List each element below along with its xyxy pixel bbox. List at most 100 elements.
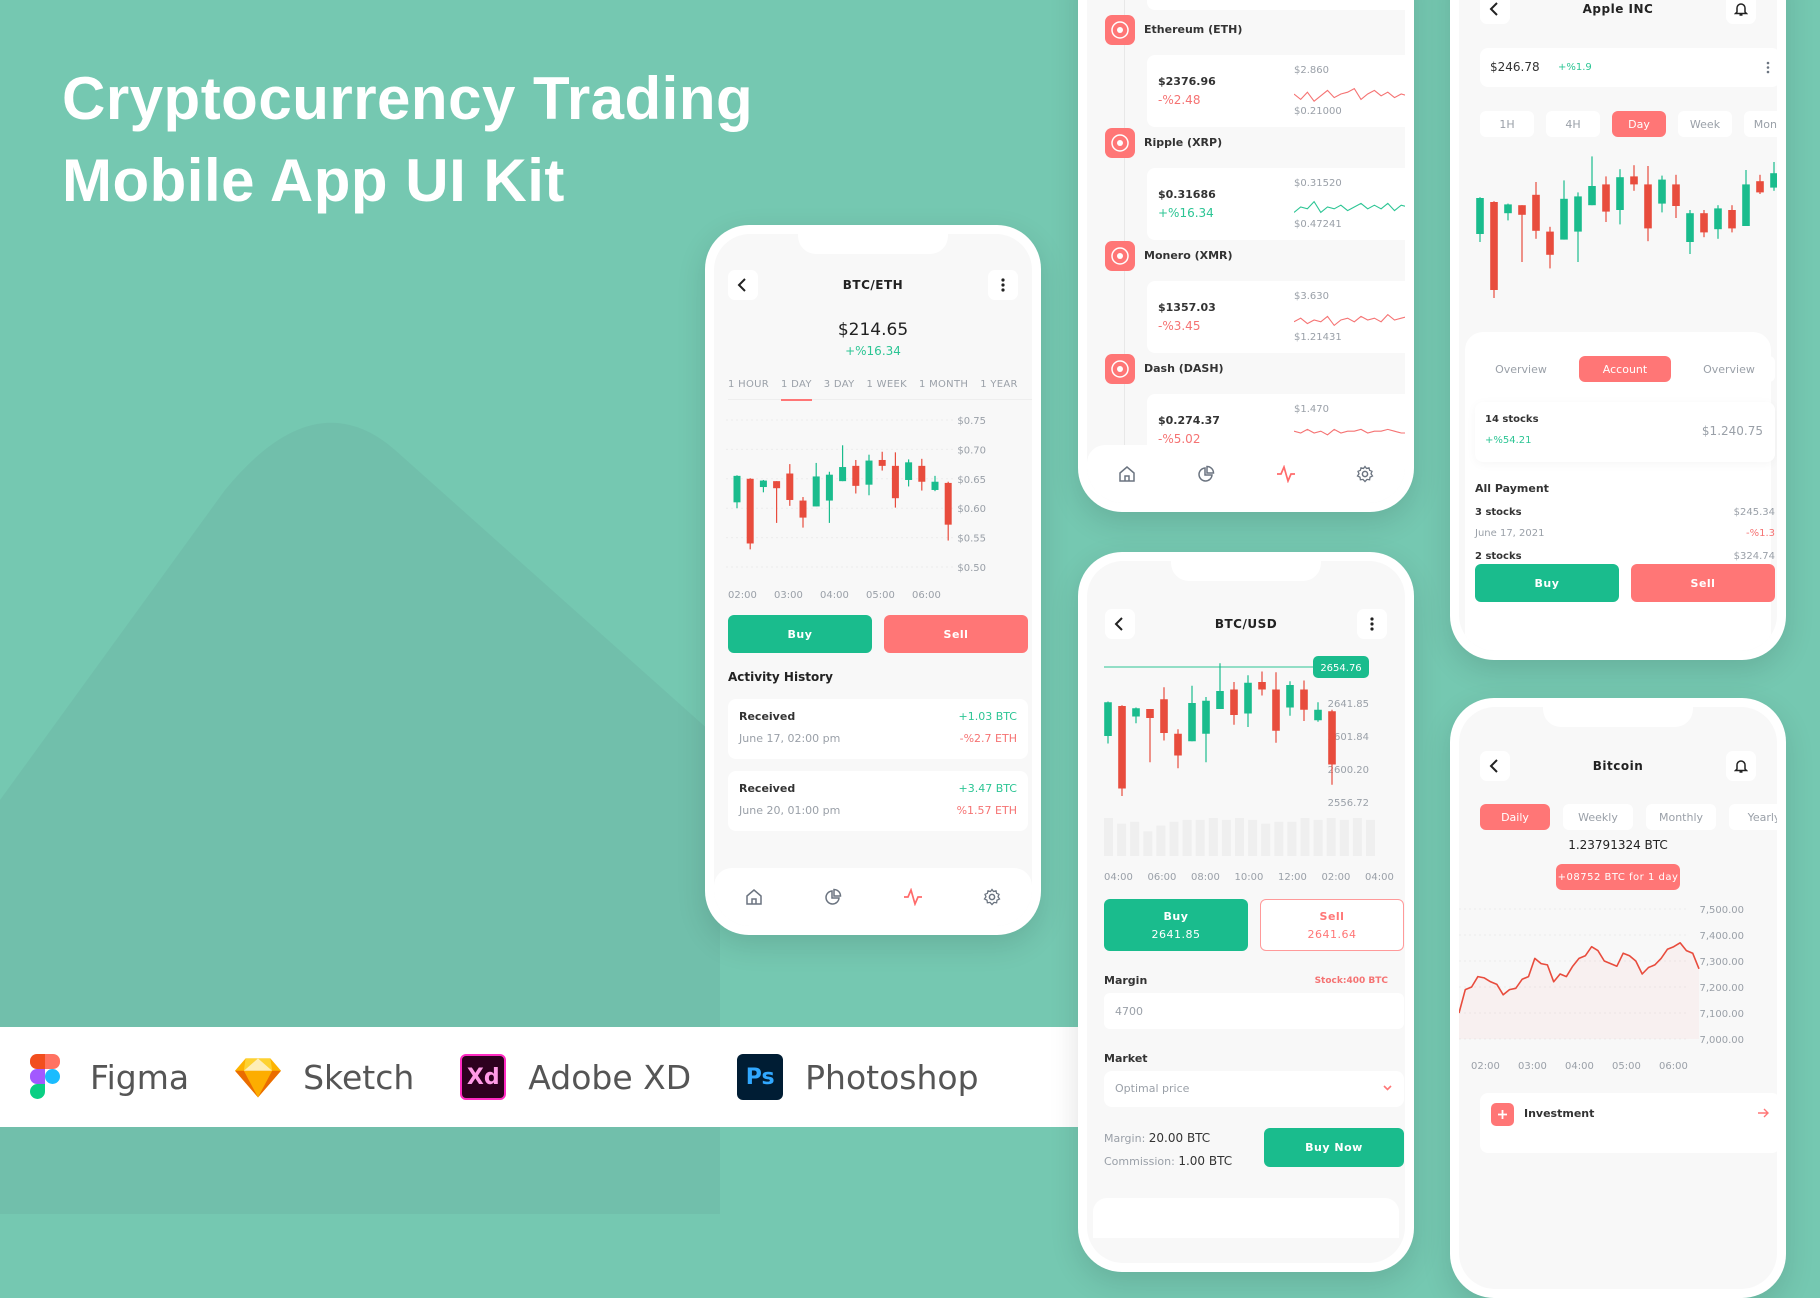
sparkline (1294, 428, 1405, 436)
volume-bar (1326, 818, 1336, 856)
range-month[interactable]: Month (1744, 111, 1777, 137)
x-axis-label: 10:00 (1235, 872, 1264, 883)
tab-1-week[interactable]: 1 WEEK (867, 374, 907, 400)
nav-portfolio[interactable] (821, 885, 845, 909)
sparkline (1294, 200, 1405, 214)
line-area (1459, 942, 1699, 1039)
candle-body (1244, 682, 1252, 714)
volume-bar (1143, 831, 1153, 856)
candle-body (878, 459, 886, 466)
coin-change: -%5.02 (1158, 432, 1201, 446)
activity-date: June 17, 02:00 pm (739, 732, 841, 745)
candle-body (799, 500, 807, 518)
price: $246.78 (1490, 60, 1540, 74)
summary-margin-label: Margin: (1104, 1132, 1146, 1145)
coin-change: -%3.45 (1158, 319, 1201, 333)
coin-card[interactable]: $1357.03 -%3.45 $3.630 $1.21431 (1147, 281, 1405, 353)
range-daily[interactable]: Daily (1480, 804, 1550, 830)
range-week[interactable]: Week (1678, 111, 1732, 137)
range-yearly[interactable]: Yearly (1729, 804, 1777, 830)
nav-settings[interactable] (1353, 462, 1377, 486)
sparkline (1294, 313, 1405, 327)
candle-body (1700, 213, 1708, 233)
range-1h[interactable]: 1H (1480, 111, 1534, 137)
sell-price: 2641.64 (1307, 927, 1357, 941)
sell-button[interactable]: Sell (1631, 564, 1775, 602)
nav-home[interactable] (1115, 462, 1139, 486)
coin-name: Ripple (XRP) (1144, 136, 1223, 149)
x-axis-label: 05:00 (866, 590, 895, 601)
nav-activity[interactable] (1274, 462, 1298, 486)
tab-1-year[interactable]: 1 YEAR (980, 374, 1018, 400)
coin-card[interactable]: $2376.96 -%2.48 $2.860 $0.21000 (1147, 55, 1405, 127)
range-monthly[interactable]: Monthly (1646, 804, 1716, 830)
nav-activity[interactable] (901, 885, 925, 909)
range-4h[interactable]: 4H (1546, 111, 1600, 137)
candle-body (918, 465, 926, 482)
market-label: Market (1104, 1052, 1148, 1065)
candle-body (1118, 706, 1126, 789)
nav-portfolio[interactable] (1194, 462, 1218, 486)
buy-now-button[interactable]: Buy Now (1264, 1128, 1404, 1167)
buy-button[interactable]: Buy (1475, 564, 1619, 602)
payment-change: -%1.3 (1745, 528, 1775, 539)
range-day[interactable]: Day (1612, 111, 1666, 137)
candle-body (1742, 184, 1750, 226)
more-options-button[interactable] (988, 270, 1018, 300)
more-vertical-icon[interactable] (1766, 61, 1770, 74)
payment-row[interactable]: 2 stocks $324.74 (1475, 551, 1775, 561)
activity-item[interactable]: Received June 17, 02:00 pm +1.03 BTC -%2… (728, 699, 1028, 759)
tab-1-day[interactable]: 1 DAY (781, 374, 812, 401)
coin-price: $1357.03 (1158, 301, 1216, 314)
margin-input[interactable] (1104, 993, 1404, 1029)
y-axis-label: 7,000.00 (1699, 1035, 1744, 1046)
activity-pulse-icon (1276, 465, 1295, 483)
volume-bar (1117, 823, 1127, 856)
volume-bar (1104, 818, 1113, 856)
sell-button[interactable]: Sell 2641.64 (1260, 899, 1404, 951)
x-axis-label: 02:00 (1322, 872, 1351, 883)
tab-1-hour[interactable]: 1 HOUR (728, 374, 769, 400)
x-axis-label: 03:00 (774, 590, 803, 601)
tab-overview[interactable]: Overview (1683, 356, 1775, 382)
stocks-count: 14 stocks (1485, 414, 1539, 425)
tab-overview[interactable]: Overview (1475, 356, 1567, 382)
coin-low: $1.21431 (1294, 332, 1342, 343)
buy-button[interactable]: Buy (728, 615, 872, 653)
payment-row[interactable]: 3 stocks June 17, 2021 $245.34 -%1.3 (1475, 507, 1775, 551)
tab-account[interactable]: Account (1579, 356, 1671, 382)
notifications-button[interactable] (1726, 751, 1756, 781)
more-options-button[interactable] (1357, 609, 1387, 639)
bell-icon (1734, 3, 1748, 16)
candle-body (1616, 177, 1624, 210)
buy-price: 2641.85 (1151, 927, 1201, 941)
price: $214.65 (837, 320, 909, 340)
notifications-button[interactable] (1726, 0, 1756, 24)
coin-card[interactable]: $0.31686 +%16.34 $0.31520 $0.47241 (1147, 168, 1405, 240)
activity-date: June 20, 01:00 pm (739, 804, 841, 817)
market-select[interactable]: Optimal price (1104, 1071, 1404, 1107)
tab-3-day[interactable]: 3 DAY (824, 374, 855, 400)
candle-body (1230, 689, 1238, 715)
volume-bar (1248, 819, 1258, 856)
activity-history-title: Activity History (728, 670, 833, 684)
nav-home[interactable] (742, 885, 766, 909)
volume-bar (1195, 819, 1205, 856)
activity-item[interactable]: Received June 20, 01:00 pm +3.47 BTC %1.… (728, 771, 1028, 831)
sell-button[interactable]: Sell (884, 615, 1028, 653)
adobe-xd-icon: Xd (460, 1054, 507, 1100)
tab-1-month[interactable]: 1 MONTH (919, 374, 968, 400)
stocks-summary-card[interactable]: 14 stocks +%54.21 $1.240.75 (1475, 402, 1775, 462)
candle-body (812, 476, 820, 507)
candle-body (825, 474, 833, 501)
volume-bar (1300, 818, 1310, 856)
activity-type: Received (739, 782, 796, 795)
sparkline-path (1294, 87, 1405, 102)
candle-body (1272, 689, 1280, 731)
nav-settings[interactable] (980, 885, 1004, 909)
tool-photoshop: Ps Photoshop (737, 1054, 979, 1100)
range-weekly[interactable]: Weekly (1563, 804, 1633, 830)
investment-card[interactable]: Investment (1480, 1093, 1777, 1153)
candle-body (1630, 176, 1638, 185)
buy-button[interactable]: Buy 2641.85 (1104, 899, 1248, 951)
